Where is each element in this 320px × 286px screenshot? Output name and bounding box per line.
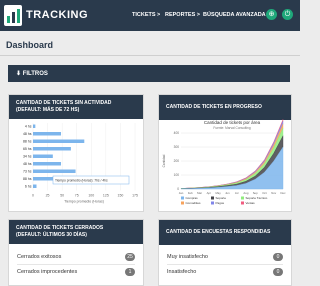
card-inactive-title: CANTIDAD DE TICKETS SIN ACTIVIDAD (16, 100, 112, 106)
x-tick-label: Jan (179, 191, 184, 195)
bar (33, 162, 61, 166)
count-badge: 1 (125, 268, 135, 276)
card-surveys: CANTIDAD DE ENCUESTAS RESPONDIDAS Muy in… (158, 219, 292, 286)
tracking-logo-icon[interactable] (4, 5, 22, 26)
card-inactive-subtitle: (DEFAULT: MÁS DE 72 HS) (16, 107, 80, 113)
logout-icon[interactable]: ⏻ (282, 9, 293, 20)
card-inactive-tickets: CANTIDAD DE TICKETS SIN ACTIVIDAD (DEFAU… (8, 94, 144, 212)
bar (33, 132, 61, 136)
x-tick-label: 125 (103, 194, 109, 198)
legend-swatch (211, 201, 214, 205)
filters-toggle[interactable]: ⬇ FILTROS (8, 65, 290, 82)
x-tick-label: 0 (32, 194, 34, 198)
bar-data-label: 73 hs (23, 170, 32, 174)
x-tick-label: Jul (235, 191, 239, 195)
x-tick-label: Feb (188, 191, 193, 195)
card-closed-header: CANTIDAD DE TICKETS CERRADOS (DEFAULT: Ú… (9, 220, 143, 244)
legend-swatch (241, 196, 244, 200)
row-divider (17, 264, 135, 265)
nav-tickets[interactable]: TICKETS > (132, 12, 160, 18)
y-tick-label: 400 (174, 131, 180, 135)
bar-data-label: 6 hs (25, 185, 32, 189)
count-badge: 0 (273, 268, 283, 276)
legend-swatch (181, 201, 184, 205)
y-tick-label: 100 (174, 173, 180, 177)
title-divider (0, 55, 300, 56)
list-item-label: Cerrados improcedentes (17, 269, 78, 275)
bar (33, 184, 37, 188)
nav-reportes[interactable]: REPORTES > (165, 12, 200, 18)
card-surveys-header: CANTIDAD DE ENCUESTAS RESPONDIDAS (159, 220, 291, 245)
x-tick-label: Mar (197, 191, 202, 195)
row-divider (167, 264, 283, 265)
x-axis-title: Tiempo promedio (Horas) (64, 200, 104, 204)
x-tick-label: Dec (281, 191, 287, 195)
legend-swatch (241, 201, 244, 205)
bar-data-label: 88 hs (23, 140, 32, 144)
chart-subtitle: Fuente: Marval Consulting (213, 126, 250, 130)
list-item-label: Muy insatisfecho (167, 254, 208, 260)
bar (33, 124, 36, 128)
x-tick-label: 175 (132, 194, 138, 198)
card-progress-tickets: CANTIDAD DE TICKETS EN PROGRESO Cantidad… (158, 94, 292, 212)
bar (33, 154, 53, 158)
y-axis-title: Cantidad (162, 154, 166, 167)
bar (33, 169, 76, 173)
inactive-tickets-bar-chart: 0 25 50 75 100 125 150 175 4 hs 48 hs 88 hs 65 hs 34… (23, 123, 138, 204)
list-item-label: Insatisfecho (167, 269, 197, 275)
x-tick-label: 50 (60, 194, 64, 198)
card-closed-subtitle: (DEFAULT: ÚLTIMOS 30 DÍAS) (16, 232, 87, 238)
tooltip-text: Tiempo promedio (Horas): 7hs / 4hs (55, 179, 108, 183)
card-closed-title: CANTIDAD DE TICKETS CERRADOS (16, 225, 104, 231)
x-tick-label: Jun (225, 191, 230, 195)
x-tick-label: 150 (118, 194, 124, 198)
x-tick-label: Apr (207, 191, 211, 195)
x-tick-label: Nov (271, 191, 277, 195)
count-badge: 25 (125, 253, 135, 261)
legend-label: Comodities (186, 201, 202, 205)
list-item-muy-insatisfecho[interactable]: Muy insatisfecho 0 (167, 252, 283, 263)
y-tick-label: 200 (174, 159, 180, 163)
brand-title[interactable]: TRACKING (26, 9, 88, 21)
bar-data-label: 34 hs (23, 155, 32, 159)
bar (33, 147, 71, 151)
bar-data-label: 48 hs (23, 132, 32, 136)
legend-label: Soporte Técnico (246, 196, 268, 200)
x-tick-label: May (215, 191, 221, 195)
chart-title: Cantidad de tickets por área (204, 120, 261, 125)
list-item-label: Cerrados exitosos (17, 254, 62, 260)
x-tick-label: 75 (75, 194, 79, 198)
legend-swatch (211, 196, 214, 200)
list-item-cerrados-improcedentes[interactable]: Cerrados improcedentes 1 (17, 267, 135, 278)
legend-label: Pagos (216, 201, 225, 205)
legend-swatch (181, 196, 184, 200)
page-title: Dashboard (6, 40, 54, 50)
x-tick-label: 100 (88, 194, 94, 198)
bar-data-label: 88 hs (23, 177, 32, 181)
card-inactive-header: CANTIDAD DE TICKETS SIN ACTIVIDAD (DEFAU… (9, 95, 143, 119)
count-badge: 0 (273, 253, 283, 261)
x-tick-label: Aug (243, 191, 248, 195)
progress-tickets-area-chart: Cantidad de tickets por áreaFuente: Marv… (162, 119, 287, 205)
bar-data-label: 48 hs (23, 162, 32, 166)
legend-label: Ventas (246, 201, 256, 205)
nav-busqueda-avanzada[interactable]: BÚSQUEDA AVANZADA > (203, 12, 270, 18)
card-progress-header: CANTIDAD DE TICKETS EN PROGRESO (159, 95, 291, 120)
bar (33, 139, 85, 143)
legend-label: Soporte (216, 196, 227, 200)
card-closed-tickets: CANTIDAD DE TICKETS CERRADOS (DEFAULT: Ú… (8, 219, 144, 286)
x-tick-label: 25 (46, 194, 50, 198)
list-item-cerrados-exitosos[interactable]: Cerrados exitosos 25 (17, 252, 135, 263)
legend-label: Compras (186, 196, 199, 200)
y-tick-label: 300 (174, 145, 180, 149)
x-tick-label: Oct (262, 191, 267, 195)
list-item-insatisfecho[interactable]: Insatisfecho 0 (167, 267, 283, 278)
account-icon[interactable]: ⊕ (266, 9, 277, 20)
x-tick-label: Sep (253, 191, 258, 195)
top-navigation-bar: TRACKING TICKETS > REPORTES > BÚSQUEDA A… (0, 0, 300, 31)
bar-data-label: 4 hs (25, 125, 32, 129)
bar-data-label: 65 hs (23, 147, 32, 151)
